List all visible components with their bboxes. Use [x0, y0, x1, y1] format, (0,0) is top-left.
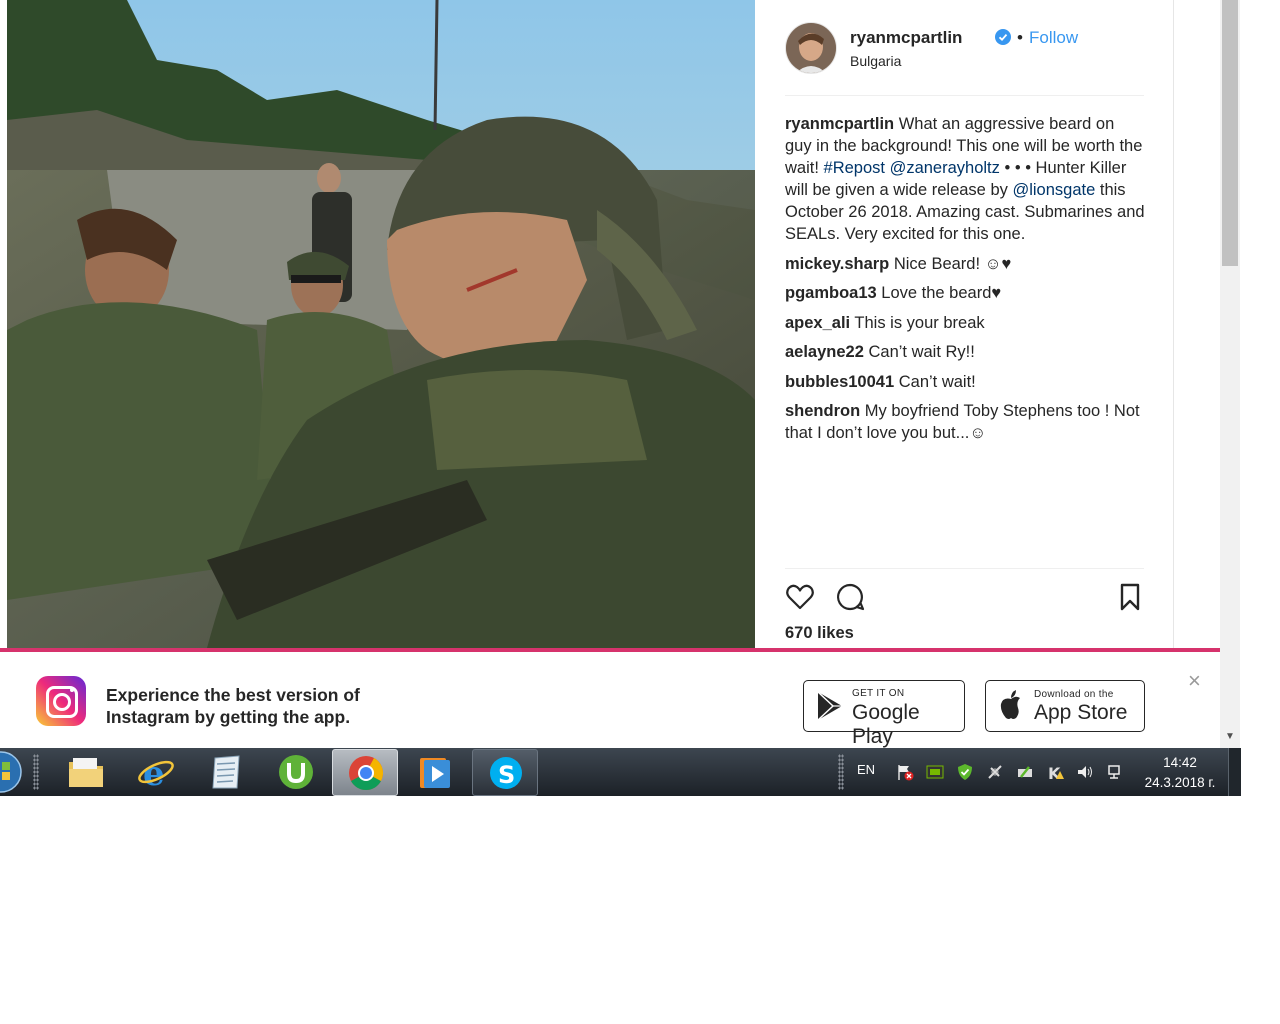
chrome-button[interactable]: [332, 749, 398, 796]
skype-button[interactable]: S: [472, 749, 538, 796]
separator-dot: •: [1017, 28, 1023, 47]
comment-icon[interactable]: [835, 582, 865, 612]
volume-icon[interactable]: [1076, 763, 1094, 781]
post-side-panel: ryanmcpartlin • Follow Bulgaria ryanmcpa…: [755, 0, 1174, 648]
banner-text: Experience the best version of Instagram…: [106, 684, 360, 728]
notepad-icon: [212, 755, 240, 789]
svg-text:e: e: [143, 754, 165, 790]
file-explorer-button[interactable]: [53, 749, 117, 794]
comment-item: bubbles10041 Can’t wait!: [785, 371, 1145, 393]
tray-grip[interactable]: [838, 754, 844, 790]
post-header: ryanmcpartlin • Follow Bulgaria: [785, 22, 1145, 78]
scroll-down-arrow-icon[interactable]: ▼: [1224, 731, 1236, 743]
network-tool-icon[interactable]: [986, 763, 1004, 781]
comment-username[interactable]: pgamboa13: [785, 284, 877, 302]
network-icon[interactable]: [1106, 763, 1124, 781]
mention-link[interactable]: @lionsgate: [1012, 181, 1095, 199]
google-play-label: Google Play: [852, 701, 920, 748]
security-shield-icon[interactable]: [956, 763, 974, 781]
start-orb-icon[interactable]: [0, 750, 22, 794]
comment-item: mickey.sharp Nice Beard! ☺♥: [785, 253, 1145, 275]
comment-text: This is your break: [850, 313, 985, 332]
actions-divider: [785, 568, 1144, 569]
utorrent-icon: [279, 755, 313, 789]
google-play-icon: [817, 691, 842, 721]
internet-explorer-icon: e: [138, 754, 174, 790]
app-store-small: Download on the: [1034, 689, 1114, 700]
clock-date: 24.3.2018 г.: [1144, 775, 1216, 790]
heart-icon[interactable]: [785, 582, 815, 612]
likes-count[interactable]: 670 likes: [785, 624, 854, 643]
internet-explorer-button[interactable]: e: [123, 749, 187, 794]
google-play-small: GET IT ON: [852, 688, 905, 699]
safely-remove-hardware-icon[interactable]: [1016, 763, 1034, 781]
comment-username[interactable]: shendron: [785, 402, 860, 420]
system-clock[interactable]: 14:42 24.3.2018 г.: [1140, 753, 1220, 793]
app-store-label: App Store: [1034, 701, 1128, 724]
hashtag-link[interactable]: #Repost: [824, 159, 885, 177]
comments-list: ryanmcpartlin What an aggressive beard o…: [785, 113, 1145, 452]
post-photo[interactable]: [7, 0, 755, 648]
mention-link[interactable]: @zanerayholtz: [890, 159, 1000, 177]
clock-time: 14:42: [1163, 755, 1197, 770]
nvidia-icon[interactable]: [926, 763, 944, 781]
comment-username[interactable]: apex_ali: [785, 314, 850, 332]
post-location[interactable]: Bulgaria: [850, 53, 901, 69]
comment-text: Can’t wait!: [894, 372, 976, 391]
follow-button[interactable]: Follow: [1029, 28, 1078, 48]
comment-item: pgamboa13 Love the beard♥: [785, 282, 1145, 304]
post-actions: [785, 582, 1145, 614]
comment-text: Love the beard♥: [876, 284, 1002, 302]
verified-badge-icon: [995, 29, 1011, 45]
utorrent-button[interactable]: [263, 749, 327, 794]
header-divider: [785, 95, 1144, 96]
comment-text: Can’t wait Ry!!: [863, 343, 975, 361]
caption: ryanmcpartlin What an aggressive beard o…: [785, 113, 1145, 245]
kaspersky-icon[interactable]: K: [1046, 763, 1064, 781]
notepad-button[interactable]: [193, 749, 257, 794]
instagram-logo-icon: [36, 676, 86, 726]
page-scrollbar[interactable]: ▼: [1220, 0, 1240, 748]
bookmark-icon[interactable]: [1115, 582, 1145, 612]
comment-username[interactable]: ryanmcpartlin: [785, 115, 894, 133]
comment-item: aelayne22 Can’t wait Ry!!: [785, 341, 1145, 363]
close-banner-icon[interactable]: ×: [1188, 670, 1201, 692]
comment-username[interactable]: mickey.sharp: [785, 255, 889, 273]
scrollbar-thumb[interactable]: [1222, 0, 1238, 266]
comment-text: Nice Beard! ☺♥: [889, 254, 1012, 273]
skype-icon: S: [490, 757, 522, 789]
google-play-button[interactable]: GET IT ON Google Play: [803, 680, 965, 748]
language-indicator[interactable]: EN: [857, 762, 875, 777]
comment-username[interactable]: bubbles10041: [785, 373, 894, 391]
svg-text:S: S: [498, 761, 515, 789]
taskbar-grip[interactable]: [33, 754, 39, 790]
folder-icon: [69, 758, 103, 787]
media-player-icon: [420, 758, 450, 788]
browser-page: ryanmcpartlin • Follow Bulgaria ryanmcpa…: [0, 0, 1241, 796]
avatar[interactable]: [785, 22, 837, 74]
comment-item: apex_ali This is your break: [785, 312, 1145, 334]
comment-item: shendron My boyfriend Toby Stephens too …: [785, 400, 1145, 444]
post-username[interactable]: ryanmcpartlin: [850, 28, 962, 48]
action-center-flag-icon[interactable]: [896, 763, 914, 781]
get-app-banner: Experience the best version of Instagram…: [0, 648, 1220, 752]
banner-line-1: Experience the best version of: [106, 685, 360, 705]
apple-icon: [1000, 690, 1020, 719]
app-store-button[interactable]: Download on the App Store: [985, 680, 1145, 732]
show-desktop-button[interactable]: [1228, 748, 1241, 796]
comment-username[interactable]: aelayne22: [785, 343, 864, 361]
banner-line-2: Instagram by getting the app.: [106, 707, 351, 727]
media-player-button[interactable]: [402, 749, 466, 794]
windows-taskbar: e S EN K 14:42 24.3.2018 г.: [0, 748, 1241, 796]
chrome-icon: [349, 756, 383, 790]
